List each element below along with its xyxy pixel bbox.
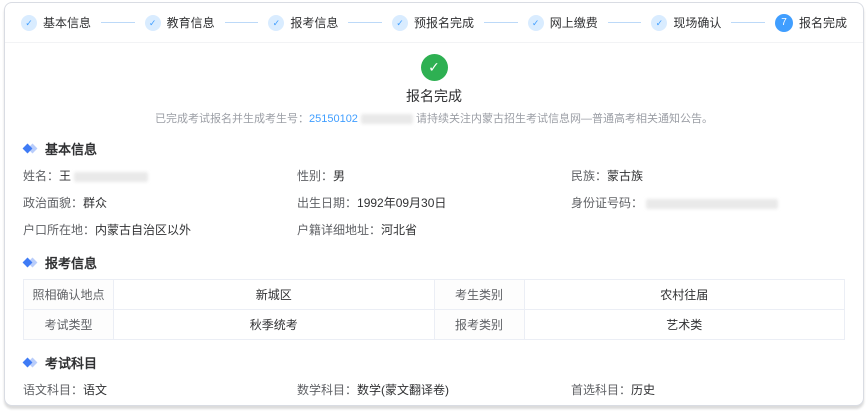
section-basic-title: 基本信息 — [45, 139, 97, 158]
field-label: 语文科目： — [23, 383, 83, 397]
field-item: 语文科目：语文 — [23, 381, 297, 398]
field-item: 政治面貌：群众 — [23, 194, 297, 211]
redacted-exam-number — [361, 114, 413, 124]
step-check-icon: ✓ — [392, 15, 408, 31]
field-item: 姓名：王 — [23, 167, 297, 184]
table-header-cell: 照相确认地点 — [24, 280, 114, 310]
field-value: 1992年09月30日 — [357, 196, 446, 210]
field-label: 性别： — [297, 169, 333, 183]
section-application-title: 报考信息 — [45, 253, 97, 272]
stepper-step-2[interactable]: ✓ 教育信息 — [145, 14, 215, 31]
step-check-icon: ✓ — [651, 15, 667, 31]
field-value: 数学(蒙文翻译卷) — [357, 383, 449, 397]
field-item: 数学科目：数学(蒙文翻译卷) — [297, 381, 571, 398]
section-application-header: 报考信息 — [23, 253, 845, 272]
section-subjects-header: 考试科目 — [23, 353, 845, 372]
success-check-icon: ✓ — [421, 54, 448, 81]
field-value: 历史 — [631, 383, 655, 397]
step-connector — [484, 22, 518, 23]
step-number-badge: 7 — [775, 14, 793, 32]
table-header-cell: 考试类型 — [24, 310, 114, 340]
field-value: 河北省 — [381, 223, 417, 237]
field-label: 姓名： — [23, 169, 59, 183]
step-check-icon: ✓ — [528, 15, 544, 31]
step-connector — [348, 22, 382, 23]
success-message-suffix: 请持续关注内蒙古招生考试信息网—普通高考相关通知公告。 — [416, 113, 713, 125]
table-header-cell: 报考类别 — [434, 310, 524, 340]
diamond-icon — [23, 257, 37, 268]
application-table-body: 照相确认地点新城区考生类别农村往届考试类型秋季统考报考类别艺术类 — [24, 280, 845, 340]
subject-fields: 语文科目：语文数学科目：数学(蒙文翻译卷)首选科目：历史再选科目：化学(蒙文翻译… — [23, 376, 845, 406]
table-row: 照相确认地点新城区考生类别农村往届 — [24, 280, 845, 310]
diamond-icon — [23, 357, 37, 368]
table-value-cell: 新城区 — [114, 280, 435, 310]
table-value-cell: 艺术类 — [524, 310, 845, 340]
exam-number-link[interactable]: 25150102 — [309, 113, 358, 125]
field-label: 数学科目： — [297, 383, 357, 397]
table-value-cell: 秋季统考 — [114, 310, 435, 340]
step-check-icon: ✓ — [145, 15, 161, 31]
section-basic-info: 基本信息 姓名：王性别：男民族：蒙古族政治面貌：群众出生日期：1992年09月3… — [5, 139, 863, 240]
field-item: 首选科目：历史 — [571, 381, 845, 398]
table-value-cell: 农村往届 — [524, 280, 845, 310]
step-connector — [608, 22, 642, 23]
stepper-step-5[interactable]: ✓ 网上缴费 — [528, 14, 598, 31]
field-item: 民族：蒙古族 — [571, 167, 845, 184]
step-label: 预报名完成 — [414, 14, 474, 31]
step-connector — [101, 22, 135, 23]
field-label: 首选科目： — [571, 383, 631, 397]
stepper-step-3[interactable]: ✓ 报考信息 — [268, 14, 338, 31]
field-value: 语文 — [83, 383, 107, 397]
field-value: 蒙古族 — [607, 169, 643, 183]
field-label: 民族： — [571, 169, 607, 183]
diamond-icon — [23, 143, 37, 154]
field-value: 王 — [59, 169, 71, 183]
field-label: 身份证号码： — [571, 196, 643, 210]
field-label: 户籍详细地址： — [297, 223, 381, 237]
step-check-icon: ✓ — [21, 15, 37, 31]
step-check-icon: ✓ — [268, 15, 284, 31]
success-title: 报名完成 — [5, 86, 863, 106]
basic-fields: 姓名：王性别：男民族：蒙古族政治面貌：群众出生日期：1992年09月30日身份证… — [23, 162, 845, 240]
step-connector — [225, 22, 259, 23]
table-row: 考试类型秋季统考报考类别艺术类 — [24, 310, 845, 340]
success-message-prefix: 已完成考试报名并生成考生号： — [155, 113, 309, 125]
registration-complete-panel: ✓ 基本信息 ✓ 教育信息 ✓ 报考信息 ✓ 预报名完成 ✓ 网上缴费 ✓ 现场确认 7 报名完成 ✓ 报… — [4, 2, 864, 406]
step-label: 现场确认 — [673, 14, 721, 31]
field-item: 出生日期：1992年09月30日 — [297, 194, 571, 211]
field-item: 户籍详细地址：河北省 — [297, 221, 571, 238]
field-value: 群众 — [83, 196, 107, 210]
application-table: 照相确认地点新城区考生类别农村往届考试类型秋季统考报考类别艺术类 — [23, 279, 845, 340]
field-label: 出生日期： — [297, 196, 357, 210]
stepper-step-4[interactable]: ✓ 预报名完成 — [392, 14, 474, 31]
field-label: 政治面貌： — [23, 196, 83, 210]
redacted-text — [646, 199, 778, 209]
section-exam-subjects: 考试科目 语文科目：语文数学科目：数学(蒙文翻译卷)首选科目：历史再选科目：化学… — [5, 353, 863, 406]
stepper-step-1[interactable]: ✓ 基本信息 — [21, 14, 91, 31]
stepper-step-6[interactable]: ✓ 现场确认 — [651, 14, 721, 31]
field-value: 内蒙古自治区以外 — [95, 223, 191, 237]
step-connector — [731, 22, 765, 23]
field-label: 户口所在地： — [23, 223, 95, 237]
section-subjects-title: 考试科目 — [45, 353, 97, 372]
step-label: 基本信息 — [43, 14, 91, 31]
stepper: ✓ 基本信息 ✓ 教育信息 ✓ 报考信息 ✓ 预报名完成 ✓ 网上缴费 ✓ 现场确认 7 报名完成 — [5, 3, 863, 43]
success-message: 已完成考试报名并生成考生号：25150102 请持续关注内蒙古招生考试信息网—普… — [5, 110, 863, 126]
stepper-step-7[interactable]: 7 报名完成 — [775, 14, 847, 32]
success-block: ✓ 报名完成 已完成考试报名并生成考生号：25150102 请持续关注内蒙古招生… — [5, 43, 863, 126]
step-label: 报考信息 — [290, 14, 338, 31]
field-item: 身份证号码： — [571, 194, 845, 211]
step-label: 网上缴费 — [550, 14, 598, 31]
table-header-cell: 考生类别 — [434, 280, 524, 310]
field-item: 性别：男 — [297, 167, 571, 184]
redacted-text — [74, 172, 148, 182]
section-application-info: 报考信息 照相确认地点新城区考生类别农村往届考试类型秋季统考报考类别艺术类 — [5, 253, 863, 340]
step-label: 报名完成 — [799, 14, 847, 31]
step-label: 教育信息 — [167, 14, 215, 31]
section-basic-header: 基本信息 — [23, 139, 845, 158]
field-item: 户口所在地：内蒙古自治区以外 — [23, 221, 297, 238]
field-value: 男 — [333, 169, 345, 183]
